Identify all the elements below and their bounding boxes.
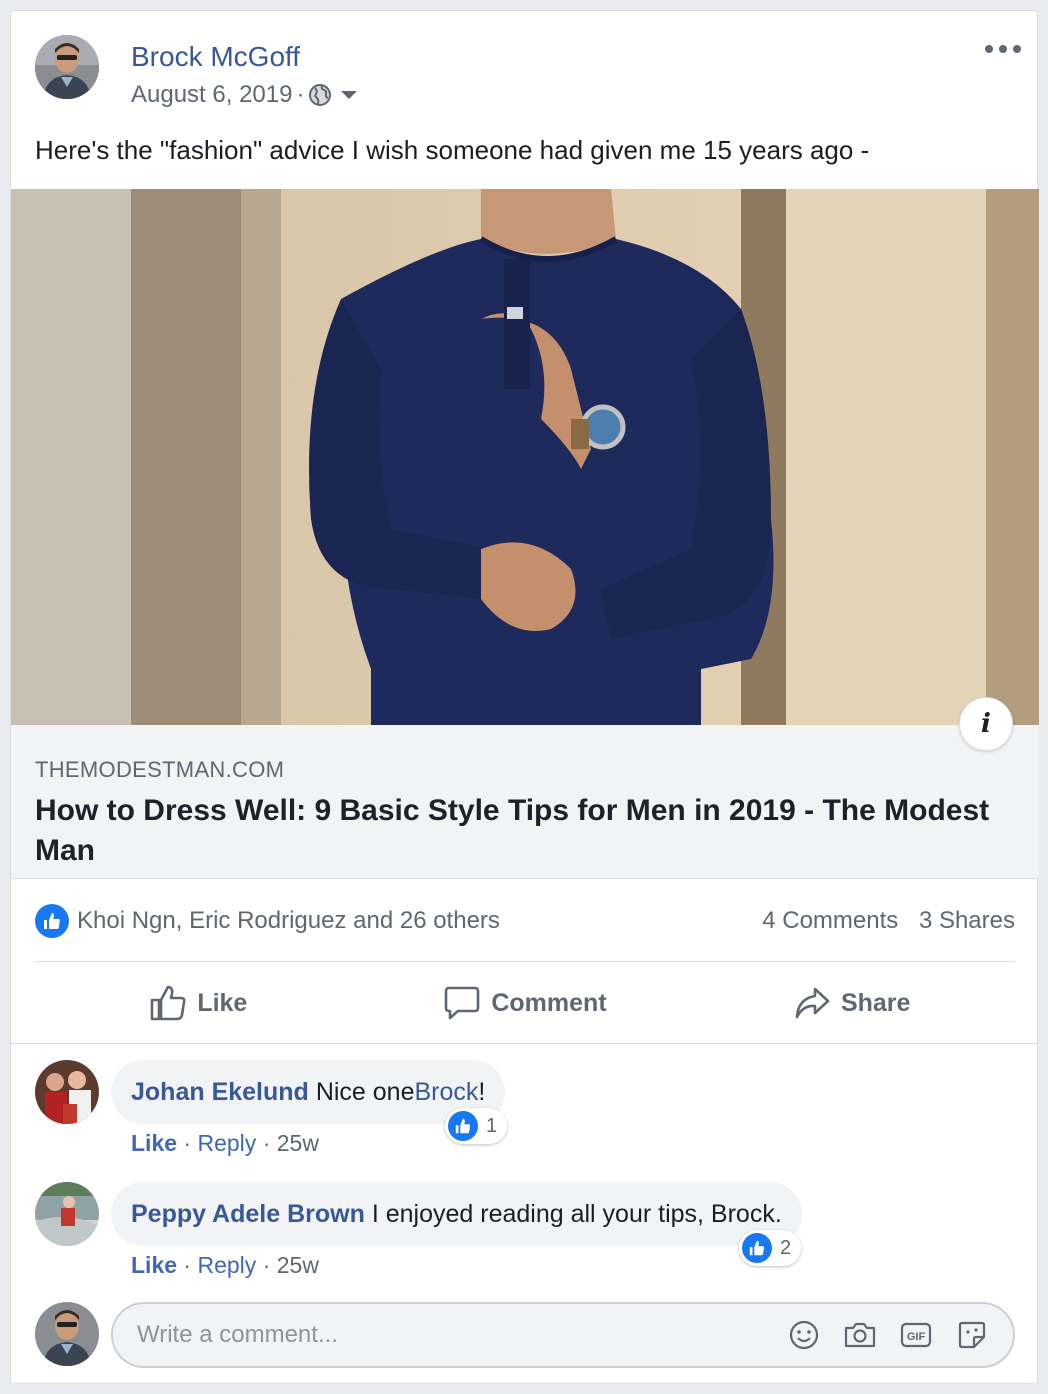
emoji-icon[interactable]	[787, 1318, 821, 1352]
comment-text: Nice one	[315, 1077, 415, 1106]
comments-count[interactable]: 4 Comments	[762, 907, 898, 934]
reaction-count: 1	[486, 1114, 498, 1137]
comments-section: Johan Ekelund Nice one Brock ! 1 Like · …	[11, 1043, 1039, 1385]
like-reaction-icon	[448, 1111, 478, 1141]
comment-input-box: GIF	[111, 1302, 1015, 1368]
comment-label: Comment	[491, 988, 607, 1017]
post-date[interactable]: August 6, 2019	[131, 81, 292, 109]
comment-input[interactable]	[137, 1321, 787, 1349]
like-button[interactable]: Like	[35, 963, 362, 1043]
reactions-summary[interactable]: Khoi Ngn, Eric Rodriguez and 26 others	[35, 904, 500, 938]
comment-icon	[445, 986, 480, 1020]
comment-bubble: Johan Ekelund Nice one Brock !	[111, 1060, 506, 1124]
commenter-name[interactable]: Johan Ekelund	[131, 1078, 309, 1107]
link-title[interactable]: How to Dress Well: 9 Basic Style Tips fo…	[35, 791, 1015, 871]
share-button[interactable]: Share	[688, 963, 1015, 1043]
globe-icon[interactable]	[308, 83, 332, 107]
comment-mention[interactable]: Brock	[414, 1078, 478, 1107]
author-name[interactable]: Brock McGoff	[131, 41, 300, 73]
comment-reactions[interactable]: 2	[739, 1230, 802, 1266]
comment-bubble: Peppy Adele Brown I enjoyed reading all …	[111, 1182, 802, 1246]
commenter-avatar[interactable]	[35, 1060, 99, 1124]
link-domain: THEMODESTMAN.COM	[35, 757, 285, 782]
post-text: Here's the "fashion" advice I wish someo…	[35, 135, 870, 165]
comment-like-link[interactable]: Like	[131, 1130, 177, 1156]
reactions-text: Khoi Ngn, Eric Rodriguez and 26 others	[77, 907, 500, 934]
like-reaction-icon	[35, 904, 69, 938]
link-preview[interactable]: THEMODESTMAN.COM How to Dress Well: 9 Ba…	[11, 725, 1039, 879]
sticker-icon[interactable]	[955, 1318, 989, 1352]
share-label: Share	[840, 988, 911, 1017]
camera-icon[interactable]	[843, 1318, 877, 1352]
shares-count[interactable]: 3 Shares	[919, 907, 1015, 934]
engagement-stats: Khoi Ngn, Eric Rodriguez and 26 others 4…	[35, 901, 1015, 941]
comment-trailing: !	[478, 1077, 486, 1106]
like-reaction-icon	[742, 1233, 772, 1263]
comment-time[interactable]: 25w	[277, 1130, 319, 1156]
svg-text:GIF: GIF	[907, 1331, 926, 1343]
action-bar: Like Comment Share	[35, 963, 1015, 1043]
current-user-avatar[interactable]	[35, 1302, 99, 1366]
commenter-avatar[interactable]	[35, 1182, 99, 1246]
comment-actions: Like · Reply · 25w	[131, 1252, 319, 1278]
author-avatar[interactable]	[35, 35, 99, 99]
composer-tools: GIF	[787, 1318, 989, 1352]
post-meta: August 6, 2019 ·	[131, 81, 358, 109]
comment-reactions[interactable]: 1	[445, 1108, 508, 1144]
reaction-count: 2	[780, 1236, 792, 1259]
commenter-name[interactable]: Peppy Adele Brown	[131, 1200, 365, 1229]
comment-button[interactable]: Comment	[362, 963, 689, 1043]
comment-actions: Like · Reply · 25w	[131, 1130, 319, 1156]
thumbs-up-icon	[151, 985, 186, 1021]
meta-separator: ·	[296, 81, 305, 108]
gif-icon[interactable]: GIF	[899, 1318, 933, 1352]
comment-like-link[interactable]: Like	[131, 1252, 177, 1278]
more-options-icon[interactable]	[985, 39, 1021, 59]
comment-time[interactable]: 25w	[277, 1252, 319, 1278]
like-label: Like	[197, 988, 248, 1017]
comment-reply-link[interactable]: Reply	[197, 1130, 256, 1156]
counts: 4 Comments 3 Shares	[748, 907, 1015, 935]
link-preview-image[interactable]	[11, 189, 1039, 725]
chevron-down-icon[interactable]	[340, 89, 358, 101]
comment-reply-link[interactable]: Reply	[197, 1252, 256, 1278]
info-icon[interactable]: i	[959, 697, 1013, 751]
share-icon	[795, 987, 830, 1019]
post-header: Brock McGoff August 6, 2019 · Here's the…	[11, 11, 1037, 165]
comment-text: I enjoyed reading all your tips, Brock.	[371, 1199, 782, 1228]
stats-divider	[35, 961, 1015, 962]
post-card: Brock McGoff August 6, 2019 · Here's the…	[10, 10, 1039, 1385]
